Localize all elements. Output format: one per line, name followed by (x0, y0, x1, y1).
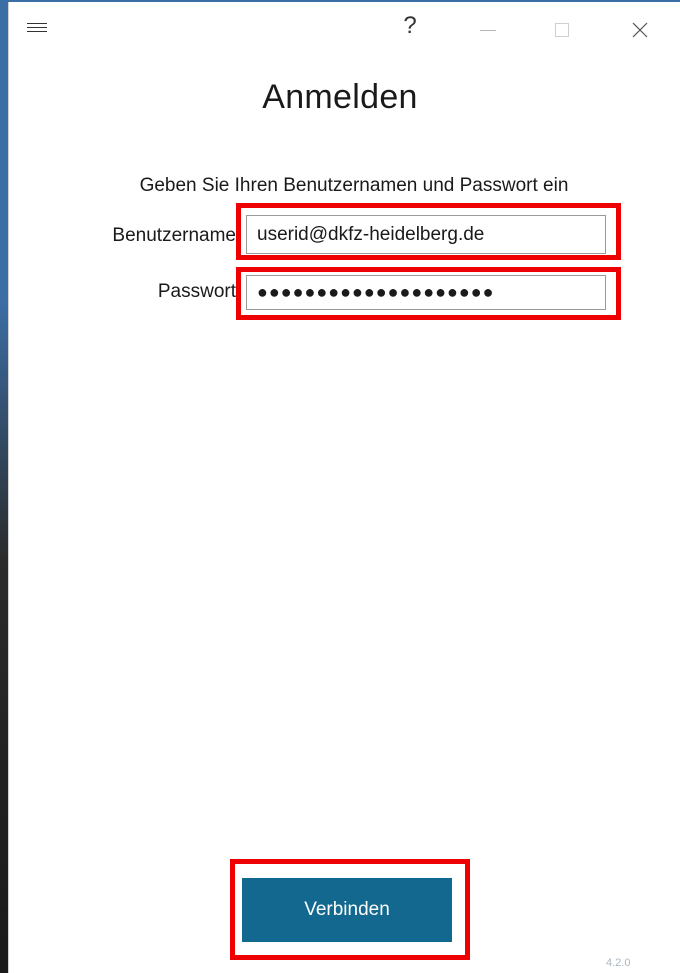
password-field[interactable] (246, 275, 606, 310)
maximize-button[interactable] (539, 10, 585, 50)
password-label: Passwort (157, 281, 236, 302)
connect-button[interactable]: Verbinden (242, 878, 452, 942)
hamburger-menu-icon[interactable] (25, 18, 51, 40)
username-label: Benutzername (112, 225, 236, 246)
close-button[interactable] (617, 10, 663, 50)
help-button[interactable]: ? (387, 6, 433, 46)
version-label: 4.2.0 (606, 957, 631, 969)
minimize-icon (480, 29, 496, 31)
title-bar: ? (9, 2, 680, 58)
login-window: ? Anmelden Geben Sie Ihren Benutzernamen… (0, 0, 680, 973)
window-border (8, 0, 9, 973)
help-label: ? (403, 12, 417, 39)
instruction-text: Geben Sie Ihren Benutzernamen und Passwo… (139, 175, 569, 196)
window-edge-left (0, 0, 8, 973)
close-icon (632, 22, 648, 38)
minimize-button[interactable] (465, 10, 511, 50)
maximize-icon (555, 23, 569, 37)
page-title: Anmelden (262, 78, 418, 116)
username-field[interactable] (246, 215, 606, 254)
